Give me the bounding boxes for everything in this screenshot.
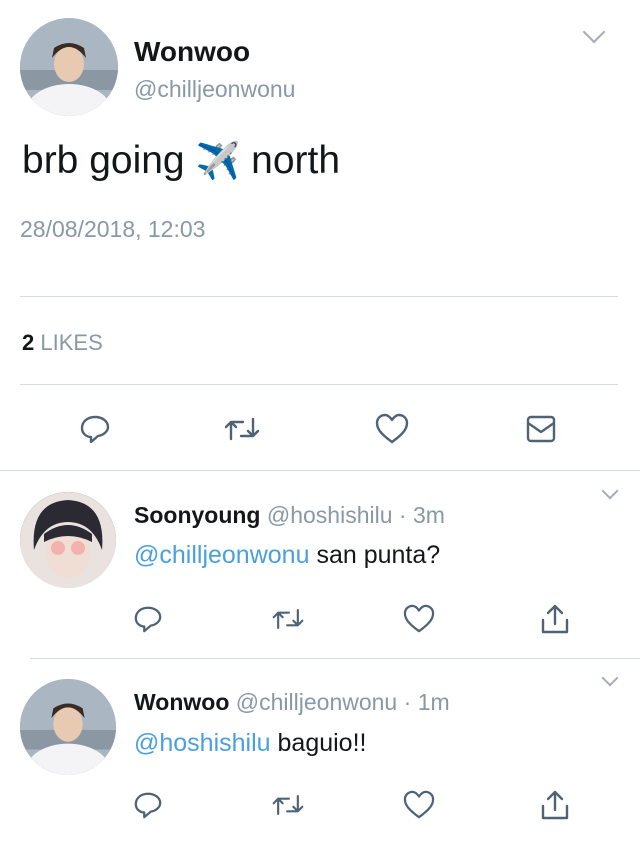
reply-icon[interactable] [75, 409, 115, 449]
avatar-image [20, 18, 118, 116]
reply-mention[interactable]: @chilljeonwonu [134, 541, 309, 569]
like-icon[interactable] [399, 785, 439, 825]
reply-author-name[interactable]: Soonyoung [134, 502, 260, 528]
divider [20, 384, 618, 385]
chevron-down-icon[interactable] [601, 669, 619, 687]
airplane-emoji: ✈️ [195, 140, 241, 181]
tweet-text: brb going ✈️ north [22, 139, 340, 183]
tweet-text-before: brb going [22, 139, 185, 182]
like-icon[interactable] [372, 409, 412, 449]
retweet-icon[interactable] [268, 599, 308, 639]
separator-dot: · [398, 502, 407, 528]
author-handle[interactable]: @chilljeonwonu [134, 76, 295, 103]
avatar[interactable] [20, 679, 116, 775]
reply-author-handle[interactable]: @hoshishilu [267, 502, 393, 528]
tweet-text-after: north [251, 139, 341, 182]
reply-header: Soonyoung @hoshishilu · 3m [134, 502, 445, 529]
reply-mention[interactable]: @hoshishilu [134, 729, 271, 757]
like-icon[interactable] [399, 599, 439, 639]
divider [20, 296, 618, 297]
divider [0, 470, 640, 471]
reply-header: Wonwoo @chilljeonwonu · 1m [134, 689, 450, 716]
message-icon[interactable] [521, 409, 561, 449]
share-icon[interactable] [535, 785, 575, 825]
reply-icon[interactable] [128, 599, 168, 639]
separator-dot: · [403, 689, 412, 715]
reply-time[interactable]: 3m [413, 502, 445, 528]
retweet-icon[interactable] [222, 409, 262, 449]
avatar-image [20, 492, 116, 588]
avatar-image [20, 679, 116, 775]
avatar[interactable] [20, 492, 116, 588]
reply-author-handle[interactable]: @chilljeonwonu [236, 689, 397, 715]
retweet-icon[interactable] [268, 785, 308, 825]
likes-count: 2 [22, 330, 35, 355]
avatar[interactable] [20, 18, 118, 116]
chevron-down-icon[interactable] [601, 482, 619, 500]
reply-body: baguio!! [277, 729, 367, 757]
reply-body: san punta? [316, 541, 441, 569]
reply-time[interactable]: 1m [418, 689, 450, 715]
reply-icon[interactable] [128, 785, 168, 825]
divider [30, 658, 640, 659]
likes-count-row[interactable]: 2 LIKES [22, 330, 103, 356]
reply-author-name[interactable]: Wonwoo [134, 689, 229, 715]
author-name[interactable]: Wonwoo [134, 36, 250, 68]
reply-text: @hoshishilu baguio!! [134, 729, 366, 758]
likes-label: LIKES [40, 330, 103, 355]
reply-text: @chilljeonwonu san punta? [134, 541, 440, 570]
chevron-down-icon[interactable] [582, 20, 606, 44]
tweet-timestamp[interactable]: 28/08/2018, 12:03 [20, 216, 205, 243]
share-icon[interactable] [535, 599, 575, 639]
